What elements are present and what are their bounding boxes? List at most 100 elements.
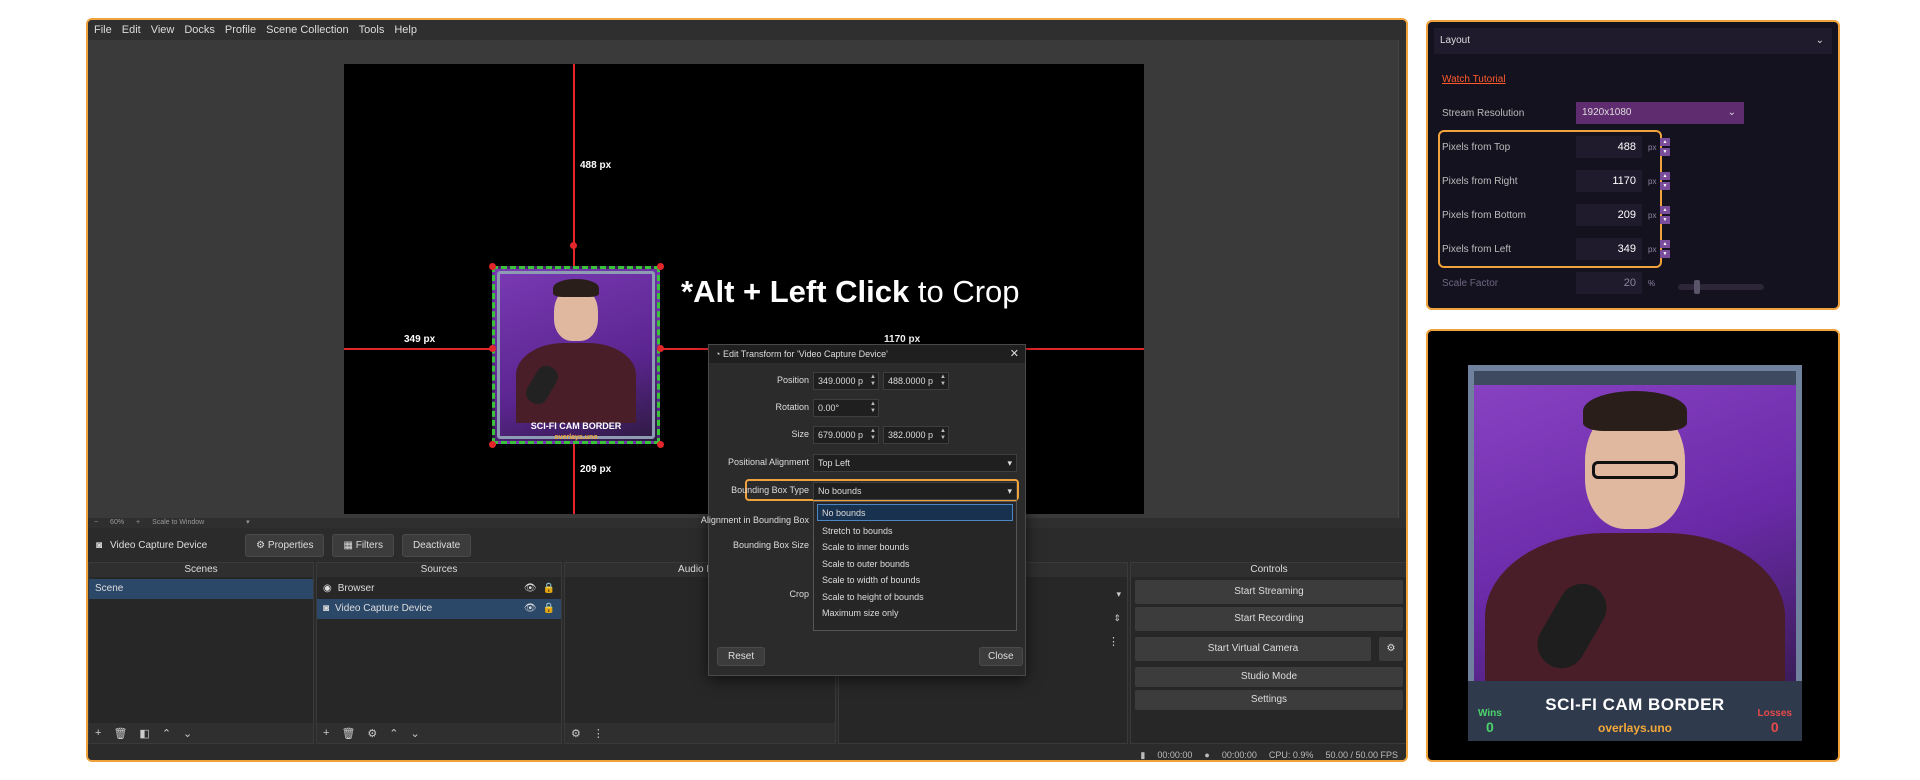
pixels-top-stepper[interactable]: ▲ ▼ — [1660, 138, 1670, 156]
pixels-left-stepper[interactable]: ▲ ▼ — [1660, 240, 1670, 258]
close-icon[interactable]: ✕ — [1010, 345, 1019, 363]
scale-factor-input[interactable]: 20 — [1576, 272, 1642, 294]
chevron-up-icon[interactable]: ▲ — [1660, 172, 1670, 180]
virtual-camera-row: Start Virtual Camera ⚙ — [1131, 634, 1406, 664]
chevron-down-icon[interactable]: ▼ — [1660, 182, 1670, 190]
chevron-up-icon[interactable]: ▲ — [1660, 138, 1670, 146]
guide-handle[interactable] — [570, 242, 577, 249]
menu-help[interactable]: Help — [394, 20, 417, 40]
bbox-option-no-bounds[interactable]: No bounds — [817, 504, 1013, 521]
chevron-up-icon[interactable]: ▲ — [1660, 206, 1670, 214]
scale-factor-slider[interactable] — [1678, 280, 1764, 294]
deactivate-button[interactable]: Deactivate — [401, 533, 472, 557]
spinner-icon[interactable]: ▲ ▼ — [870, 428, 876, 442]
properties-button[interactable]: ⚙ Properties — [245, 533, 325, 557]
filter-icon[interactable]: ◧ — [139, 727, 149, 740]
zoom-mode[interactable]: Scale to Window — [152, 519, 204, 526]
chevron-down-icon[interactable]: ▼ — [1660, 250, 1670, 258]
add-icon[interactable]: + — [323, 727, 329, 739]
move-down-icon[interactable]: ⌄ — [183, 727, 192, 740]
source-item-video-capture[interactable]: ◙ Video Capture Device 👁 🔒 — [317, 599, 561, 619]
gear-icon[interactable]: ⚙ — [367, 727, 377, 740]
resize-handle-ml[interactable] — [489, 345, 496, 352]
size-w-input[interactable]: 679.0000 p ▲ ▼ — [813, 426, 879, 444]
zoom-in-icon[interactable]: + — [136, 519, 140, 526]
menu-docks[interactable]: Docks — [184, 20, 215, 40]
pixels-left-input[interactable]: 349 — [1576, 238, 1642, 260]
resize-handle-tl[interactable] — [489, 263, 496, 270]
start-virtual-camera-button[interactable]: Start Virtual Camera — [1135, 637, 1371, 661]
advanced-audio-icon[interactable]: ⚙ — [571, 727, 581, 740]
start-streaming-button[interactable]: Start Streaming — [1135, 580, 1403, 604]
lock-icon[interactable]: 🔒 — [543, 579, 555, 599]
move-up-icon[interactable]: ⌃ — [162, 727, 171, 740]
bbox-option-outer[interactable]: Scale to outer bounds — [814, 556, 1016, 573]
resize-handle-bl[interactable] — [489, 441, 496, 448]
resolution-select[interactable]: 1920x1080 ⌄ — [1576, 102, 1744, 124]
layout-header[interactable]: Layout ⌄ — [1434, 28, 1832, 54]
resize-handle-tr[interactable] — [657, 263, 664, 270]
chevron-down-icon[interactable]: ▼ — [1660, 148, 1670, 156]
bbox-option-height[interactable]: Scale to height of bounds — [814, 589, 1016, 606]
pixels-bottom-input[interactable]: 209 — [1576, 204, 1642, 226]
menu-edit[interactable]: Edit — [122, 20, 141, 40]
watch-tutorial-link[interactable]: Watch Tutorial — [1442, 74, 1506, 85]
close-button[interactable]: Close — [979, 647, 1023, 666]
spinner-icon[interactable]: ⇕ — [1113, 613, 1121, 624]
start-recording-button[interactable]: Start Recording — [1135, 607, 1403, 631]
size-h-input[interactable]: 382.0000 p ▲ ▼ — [883, 426, 949, 444]
chevron-down-icon[interactable]: ▾ — [246, 519, 250, 526]
spinner-icon[interactable]: ▲ ▼ — [940, 374, 946, 388]
eye-icon[interactable]: 👁 — [524, 579, 537, 599]
person-hair — [553, 279, 599, 297]
trash-icon[interactable]: 🗑 — [341, 727, 355, 740]
menu-scene-collection[interactable]: Scene Collection — [266, 20, 349, 40]
spinner-icon[interactable]: ▲ ▼ — [870, 374, 876, 388]
pixels-bottom-stepper[interactable]: ▲ ▼ — [1660, 206, 1670, 224]
rotation-input[interactable]: 0.00° ▲ ▼ — [813, 399, 879, 417]
lock-icon[interactable]: 🔒 — [543, 599, 555, 619]
position-x-input[interactable]: 349.0000 p ▲ ▼ — [813, 372, 879, 390]
resize-handle-mr[interactable] — [657, 345, 664, 352]
eye-icon[interactable]: 👁 — [524, 599, 537, 619]
chevron-up-icon[interactable]: ▲ — [1660, 240, 1670, 248]
pixels-top-input[interactable]: 488 — [1576, 136, 1642, 158]
add-icon[interactable]: + — [95, 727, 101, 739]
zoom-out-icon[interactable]: − — [94, 519, 98, 526]
scene-item[interactable]: Scene — [89, 579, 313, 599]
bbox-option-width[interactable]: Scale to width of bounds — [814, 572, 1016, 589]
reset-button[interactable]: Reset — [717, 647, 766, 666]
filters-button[interactable]: ▦ Filters — [332, 533, 394, 557]
slider-knob[interactable] — [1694, 280, 1700, 294]
bbox-option-stretch[interactable]: Stretch to bounds — [814, 523, 1016, 540]
spinner-icon[interactable]: ▲ ▼ — [940, 428, 946, 442]
pixels-right-input[interactable]: 1170 — [1576, 170, 1642, 192]
settings-button[interactable]: Settings — [1135, 690, 1403, 710]
move-up-icon[interactable]: ⌃ — [389, 727, 398, 740]
positional-alignment-select[interactable]: Top Left ▾ — [813, 454, 1017, 472]
position-y-input[interactable]: 488.0000 p ▲ ▼ — [883, 372, 949, 390]
bbox-type-select[interactable]: No bounds ▾ — [813, 482, 1017, 500]
menu-profile[interactable]: Profile — [225, 20, 256, 40]
resize-handle-br[interactable] — [657, 441, 664, 448]
menu-file[interactable]: File — [94, 20, 112, 40]
spinner-icon[interactable]: ▲ ▼ — [870, 401, 876, 415]
bbox-option-max[interactable]: Maximum size only — [814, 605, 1016, 622]
gear-icon[interactable]: ⚙ — [1379, 637, 1403, 661]
video-capture-source[interactable]: SCI-FI CAM BORDER overlays.uno — [492, 266, 660, 444]
menu-view[interactable]: View — [151, 20, 175, 40]
move-down-icon[interactable]: ⌄ — [411, 727, 420, 740]
chevron-down-icon[interactable]: ▾ — [1116, 589, 1121, 600]
trash-icon[interactable]: 🗑 — [113, 727, 127, 740]
scale-factor-label: Scale Factor — [1442, 278, 1499, 289]
source-item-browser[interactable]: ◉ Browser 👁 🔒 — [317, 579, 561, 599]
resolution-value: 1920x1080 — [1582, 107, 1632, 118]
bbox-option-inner[interactable]: Scale to inner bounds — [814, 539, 1016, 556]
chevron-down-icon[interactable]: ▼ — [1660, 216, 1670, 224]
pixels-right-stepper[interactable]: ▲ ▼ — [1660, 172, 1670, 190]
preview-scrollbar[interactable] — [1398, 40, 1406, 518]
more-icon[interactable]: ⋮ — [593, 727, 604, 740]
menu-tools[interactable]: Tools — [359, 20, 385, 40]
studio-mode-button[interactable]: Studio Mode — [1135, 667, 1403, 687]
more-icon[interactable]: ⋮ — [1108, 635, 1119, 648]
